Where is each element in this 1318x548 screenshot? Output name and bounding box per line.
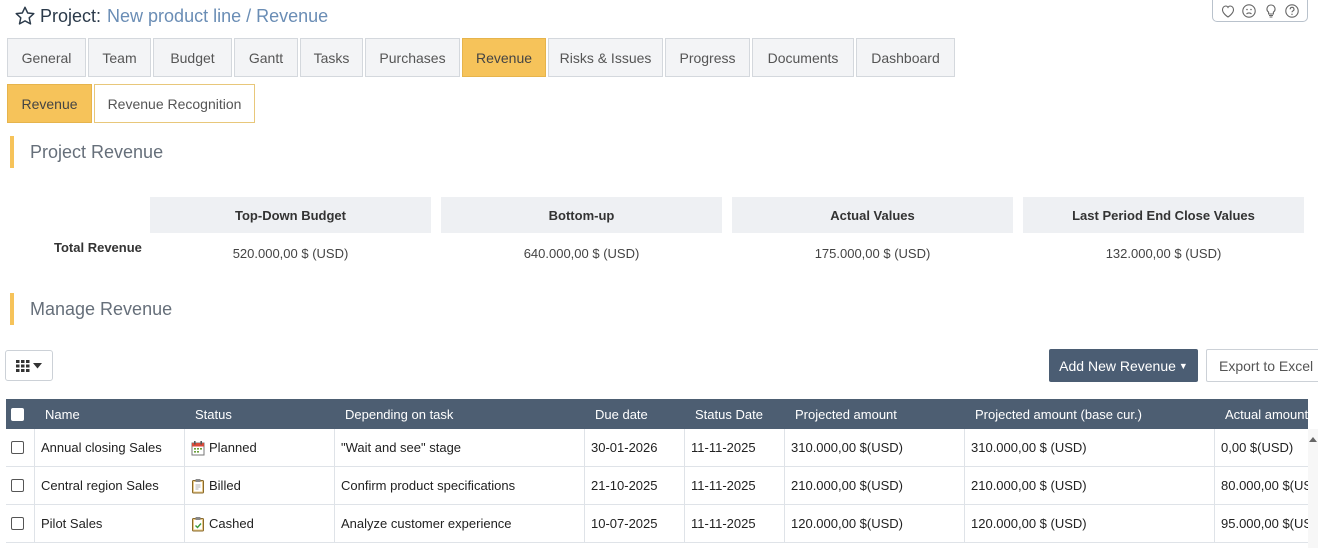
tab-gantt[interactable]: Gantt [234,38,298,77]
actual-values-header: Actual Values [732,197,1013,233]
project-label: Project: [40,5,102,26]
subtab-revenue[interactable]: Revenue [7,84,92,123]
caret-down-icon [33,362,42,368]
status-text: Planned [209,440,257,455]
col-projected-amount-base[interactable]: Projected amount (base cur.) [975,399,1142,429]
star-icon[interactable] [14,5,36,27]
cell-actual: 0,00 $(USD) [1214,429,1308,466]
cell-status: Cashed [184,505,334,542]
select-all-checkbox[interactable] [11,408,24,421]
status-text: Cashed [209,516,254,531]
cell-due-date: 30-01-2026 [584,429,684,466]
cell-projected: 120.000,00 $(USD) [784,505,964,542]
revenue-table: Name Status Depending on task Due date S… [6,399,1308,548]
actual-values-value: 175.000,00 $ (USD) [814,245,931,261]
tab-documents[interactable]: Documents [752,38,854,77]
help-icon[interactable] [1284,3,1300,19]
page-header: Project: New product line / Revenue [14,4,328,28]
cell-status: Planned [184,429,334,466]
cell-projected: 210.000,00 $(USD) [784,467,964,504]
manage-revenue-title: Manage Revenue [10,293,172,325]
col-due-date[interactable]: Due date [595,399,648,429]
col-status[interactable]: Status [195,399,232,429]
table-row[interactable]: Annual closing Sales Planned "Wait and s… [6,429,1308,467]
grid-icon [16,359,30,372]
tab-team[interactable]: Team [88,38,151,77]
cell-name: Annual closing Sales [34,429,184,466]
add-new-revenue-button[interactable]: Add New Revenue ▼ [1049,349,1198,382]
status-text: Billed [209,478,241,493]
project-breadcrumb[interactable]: New product line / Revenue [107,6,328,27]
row-checkbox[interactable] [11,517,24,530]
cell-due-date: 10-07-2025 [584,505,684,542]
tab-progress[interactable]: Progress [665,38,750,77]
tab-tasks[interactable]: Tasks [300,38,363,77]
bottom-up-header: Bottom-up [441,197,722,233]
top-down-budget-value: 520.000,00 $ (USD) [232,245,349,261]
cell-task: "Wait and see" stage [334,429,584,466]
tab-purchases[interactable]: Purchases [365,38,460,77]
tab-dashboard[interactable]: Dashboard [856,38,955,77]
export-to-excel-button[interactable]: Export to Excel [1206,349,1318,382]
project-revenue-title: Project Revenue [10,136,163,168]
tab-revenue[interactable]: Revenue [462,38,546,77]
column-chooser-button[interactable] [5,350,53,381]
col-actual-amount[interactable]: Actual amount [1225,399,1308,429]
cell-actual: 80.000,00 $(US [1214,467,1308,504]
clipboard-icon [192,478,204,493]
cell-name: Pilot Sales [34,505,184,542]
cell-status-date: 11-11-2025 [684,505,784,542]
cell-projected-base: 210.000,00 $ (USD) [964,467,1214,504]
cell-status-date: 11-11-2025 [684,429,784,466]
cell-due-date: 21-10-2025 [584,467,684,504]
scroll-up-arrow-icon[interactable] [1309,437,1317,442]
heart-icon[interactable] [1220,3,1236,19]
table-row[interactable]: Central region Sales Billed Confirm prod… [6,467,1308,505]
cell-projected-base: 310.000,00 $ (USD) [964,429,1214,466]
cell-projected-base: 120.000,00 $ (USD) [964,505,1214,542]
cell-task: Analyze customer experience [334,505,584,542]
cell-actual: 95.000,00 $(US [1214,505,1308,542]
calendar-icon [191,440,205,455]
cell-projected: 310.000,00 $(USD) [784,429,964,466]
add-new-revenue-label: Add New Revenue [1059,357,1176,374]
main-tabs: General Team Budget Gantt Tasks Purchase… [7,38,957,77]
top-down-budget-header: Top-Down Budget [150,197,431,233]
table-scrollbar[interactable] [1308,429,1318,548]
table-row[interactable]: Pilot Sales Cashed Analyze customer expe… [6,505,1308,543]
tab-budget[interactable]: Budget [153,38,232,77]
lightbulb-icon[interactable] [1263,3,1279,19]
feedback-toolbar [1212,0,1308,22]
tab-general[interactable]: General [7,38,86,77]
subtab-revenue-recognition[interactable]: Revenue Recognition [94,84,255,123]
cell-name: Central region Sales [34,467,184,504]
total-revenue-label: Total Revenue [54,240,142,255]
col-depending-task[interactable]: Depending on task [345,399,453,429]
cell-task: Confirm product specifications [334,467,584,504]
col-projected-amount[interactable]: Projected amount [795,399,897,429]
last-period-close-header: Last Period End Close Values [1023,197,1304,233]
bottom-up-value: 640.000,00 $ (USD) [523,245,640,261]
row-checkbox[interactable] [11,479,24,492]
tab-risks-issues[interactable]: Risks & Issues [548,38,663,77]
sub-tabs: Revenue Revenue Recognition [7,84,257,123]
cell-status: Billed [184,467,334,504]
caret-down-icon: ▼ [1178,360,1188,371]
col-status-date[interactable]: Status Date [695,399,763,429]
clipboard-check-icon [192,516,204,531]
table-header: Name Status Depending on task Due date S… [6,399,1308,429]
row-checkbox[interactable] [11,441,24,454]
sad-face-icon[interactable] [1241,3,1257,19]
col-name[interactable]: Name [45,399,80,429]
cell-status-date: 11-11-2025 [684,467,784,504]
last-period-close-value: 132.000,00 $ (USD) [1105,245,1222,261]
